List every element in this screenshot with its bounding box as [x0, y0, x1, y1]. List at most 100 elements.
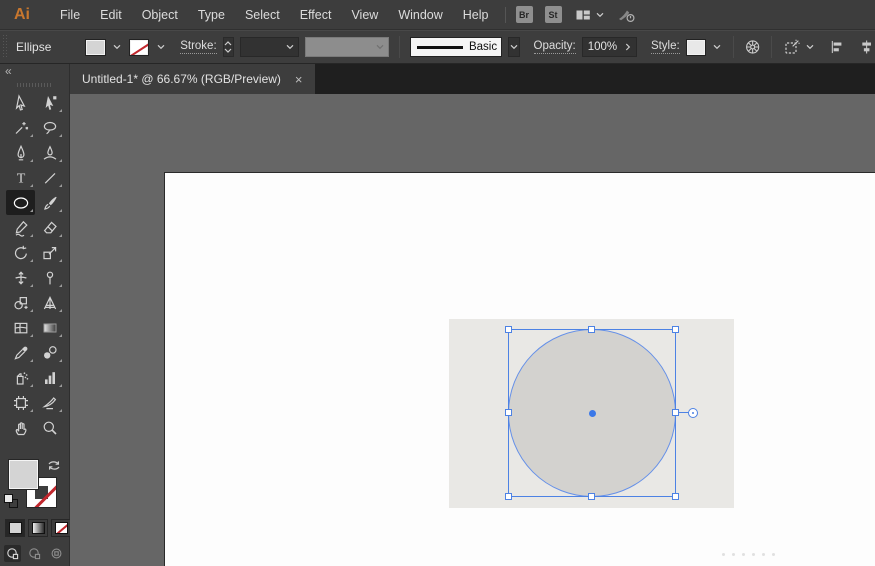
eraser-icon: [41, 219, 59, 237]
stroke-panel-link[interactable]: Stroke:: [180, 40, 216, 54]
fill-stroke-proxy: [0, 458, 70, 514]
fill-proxy-swatch[interactable]: [9, 460, 38, 489]
panel-grip[interactable]: [17, 83, 53, 87]
fill-color-swatch[interactable]: [85, 39, 105, 56]
draw-inside-icon: [50, 547, 63, 560]
artboard[interactable]: [164, 172, 875, 566]
tool-type[interactable]: T: [6, 165, 35, 190]
stroke-width-stepper[interactable]: [223, 37, 235, 57]
variable-width-profile-dropdown: [305, 37, 389, 57]
tool-hand[interactable]: [6, 415, 35, 440]
tool-zoom[interactable]: [35, 415, 64, 440]
menu-edit[interactable]: Edit: [90, 0, 132, 30]
tool-eyedropper[interactable]: [6, 340, 35, 365]
tool-paintbrush[interactable]: [35, 190, 64, 215]
tool-scale[interactable]: [35, 240, 64, 265]
menu-file[interactable]: File: [50, 0, 90, 30]
tool-perspective-grid[interactable]: [35, 290, 64, 315]
shape-center-point[interactable]: [589, 410, 596, 417]
opacity-value: 100%: [588, 41, 617, 53]
tool-symbol-sprayer[interactable]: [6, 365, 35, 390]
menu-bar: Ai File Edit Object Type Select Effect V…: [0, 0, 875, 30]
menu-window[interactable]: Window: [388, 0, 452, 30]
pen-icon: [12, 144, 30, 162]
brush-definition[interactable]: Basic: [410, 37, 502, 57]
resize-handle-bottom-left[interactable]: [505, 493, 512, 500]
menu-type[interactable]: Type: [188, 0, 235, 30]
gradient-button[interactable]: [28, 519, 48, 537]
fill-color-dropdown[interactable]: [112, 39, 123, 56]
collapse-panel-button[interactable]: «: [5, 64, 11, 78]
tool-ellipse[interactable]: [6, 190, 35, 215]
pie-angle-widget[interactable]: [688, 408, 698, 418]
touch-workspace-icon[interactable]: [616, 6, 636, 24]
bridge-button[interactable]: Br: [516, 6, 533, 23]
illustrator-logo: Ai: [8, 6, 36, 24]
shape-builder-icon: [12, 294, 30, 312]
resize-handle-top-right[interactable]: [672, 326, 679, 333]
style-panel-link[interactable]: Style:: [651, 40, 680, 54]
tool-shape-builder[interactable]: [6, 290, 35, 315]
resize-handle-bottom-center[interactable]: [588, 493, 595, 500]
tool-column-graph[interactable]: [35, 365, 64, 390]
menu-view[interactable]: View: [341, 0, 388, 30]
stroke-color-swatch[interactable]: [129, 39, 149, 56]
tool-mesh[interactable]: [6, 315, 35, 340]
draw-normal-button[interactable]: [4, 545, 21, 562]
color-button[interactable]: [5, 519, 25, 537]
default-fill-stroke-icon[interactable]: [4, 494, 18, 508]
menu-effect[interactable]: Effect: [290, 0, 342, 30]
tab-close-icon[interactable]: ×: [295, 73, 303, 86]
tool-line-segment[interactable]: [35, 165, 64, 190]
workspace-switcher[interactable]: [574, 6, 604, 24]
horizontal-align-center-icon[interactable]: [858, 37, 875, 57]
tool-magic-wand[interactable]: [6, 115, 35, 140]
chevron-down-icon: [376, 44, 384, 50]
resize-handle-top-center[interactable]: [588, 326, 595, 333]
tool-rotate[interactable]: [6, 240, 35, 265]
draw-behind-button[interactable]: [26, 545, 43, 562]
draw-inside-button[interactable]: [48, 545, 65, 562]
tool-curvature[interactable]: [35, 140, 64, 165]
tool-artboard[interactable]: [6, 390, 35, 415]
resize-handle-middle-left[interactable]: [505, 409, 512, 416]
none-button[interactable]: [51, 519, 71, 537]
opacity-panel-link[interactable]: Opacity:: [534, 40, 576, 54]
brush-definition-dropdown[interactable]: [508, 37, 520, 57]
horizontal-align-left-icon[interactable]: [828, 37, 845, 57]
graphic-style-swatch[interactable]: [686, 39, 706, 56]
tool-direct-selection[interactable]: [35, 90, 64, 115]
menu-select[interactable]: Select: [235, 0, 290, 30]
stroke-width-dropdown[interactable]: [240, 37, 298, 57]
tool-lasso[interactable]: [35, 115, 64, 140]
tool-gradient[interactable]: [35, 315, 64, 340]
tool-pen[interactable]: [6, 140, 35, 165]
select-similar-options[interactable]: [782, 37, 814, 57]
swap-fill-stroke-icon[interactable]: [46, 459, 62, 473]
menu-object[interactable]: Object: [132, 0, 188, 30]
tool-width[interactable]: [6, 265, 35, 290]
stock-button[interactable]: St: [545, 6, 562, 23]
recolor-artwork-icon[interactable]: [744, 37, 761, 57]
panel-grip[interactable]: [2, 35, 8, 59]
resize-handle-bottom-right[interactable]: [672, 493, 679, 500]
menu-help[interactable]: Help: [453, 0, 499, 30]
resize-handle-top-left[interactable]: [505, 326, 512, 333]
gradient-icon: [41, 319, 59, 337]
tool-shaper[interactable]: [6, 215, 35, 240]
opacity-field[interactable]: 100%: [582, 37, 637, 57]
stroke-color-dropdown[interactable]: [155, 39, 166, 56]
direct-selection-arrow-icon: [41, 94, 59, 112]
selection-arrow-icon: [12, 94, 30, 112]
rotate-icon: [12, 244, 30, 262]
pasteboard[interactable]: [70, 94, 875, 566]
paintbrush-icon: [41, 194, 59, 212]
chevron-down-icon: [157, 44, 165, 50]
document-tab[interactable]: Untitled-1* @ 66.67% (RGB/Preview) ×: [70, 64, 315, 94]
tool-eraser[interactable]: [35, 215, 64, 240]
tool-selection[interactable]: [6, 90, 35, 115]
tool-slice[interactable]: [35, 390, 64, 415]
graphic-style-dropdown[interactable]: [712, 39, 723, 56]
tool-puppet-warp[interactable]: [35, 265, 64, 290]
tool-blend[interactable]: [35, 340, 64, 365]
